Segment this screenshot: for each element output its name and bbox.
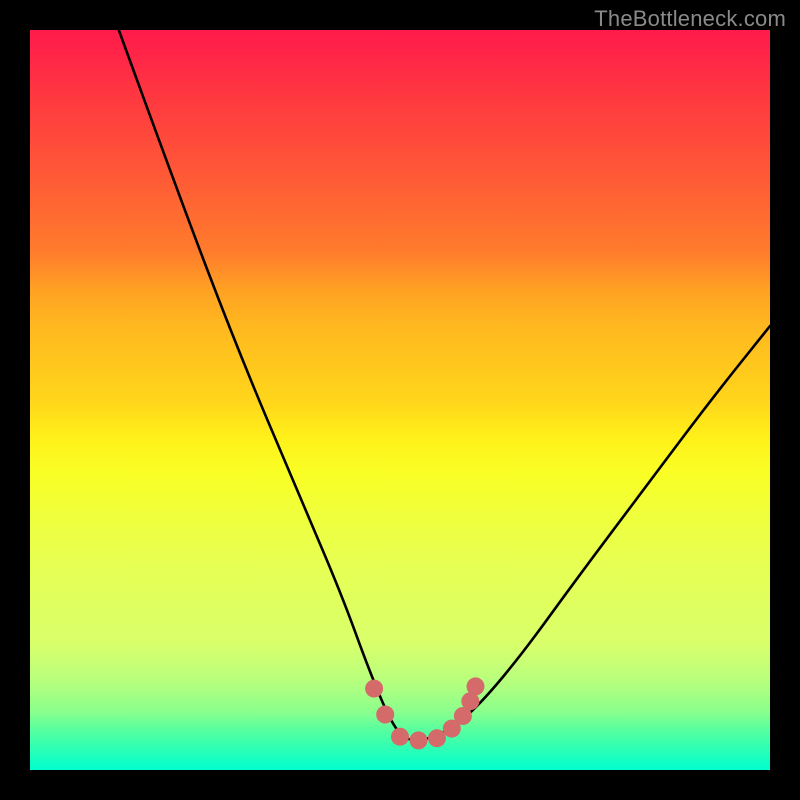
marker-layer (365, 677, 484, 749)
highlight-marker (391, 728, 409, 746)
highlight-marker (467, 677, 485, 695)
chart-svg (30, 30, 770, 770)
highlight-marker (376, 706, 394, 724)
chart-frame: TheBottleneck.com (0, 0, 800, 800)
curve-layer (119, 30, 770, 740)
highlight-marker (365, 680, 383, 698)
watermark-text: TheBottleneck.com (594, 6, 786, 32)
highlight-marker (410, 731, 428, 749)
bottleneck-curve (119, 30, 770, 740)
plot-area (30, 30, 770, 770)
highlight-marker (428, 729, 446, 747)
